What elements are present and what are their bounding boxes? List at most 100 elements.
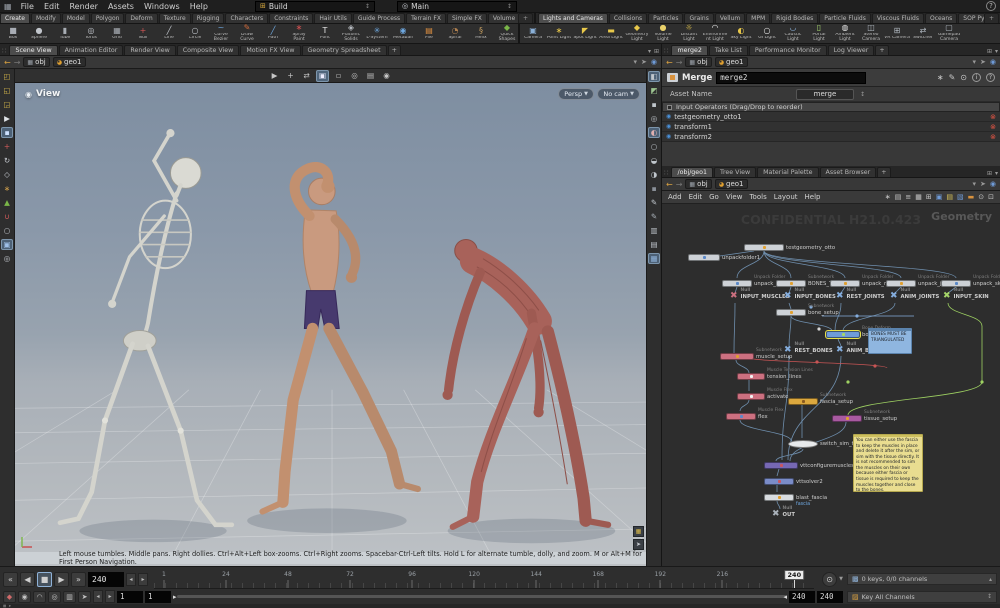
param-header-icon[interactable]: ✎: [949, 73, 956, 82]
path-dropdown-icon[interactable]: ▾: [973, 58, 977, 66]
pane-menu-icon[interactable]: ▾: [995, 48, 998, 55]
range-prev-icon[interactable]: ◂: [93, 590, 103, 604]
shelf-tool[interactable]: ▣ Camera: [520, 24, 546, 43]
breadcrumb-obj[interactable]: ▦ obj: [23, 57, 50, 67]
shelf-tool[interactable]: ✳ L-System: [364, 24, 390, 43]
shelf-tool[interactable]: ⇄ Switcher: [910, 24, 936, 43]
display-option-icon[interactable]: ✎: [648, 197, 660, 208]
pane-tab[interactable]: Asset Browser: [819, 167, 877, 177]
remove-input-icon[interactable]: ⊗: [990, 133, 996, 141]
pane-split-icon[interactable]: ⊞: [987, 170, 992, 177]
input-operator-row[interactable]: ◉ testgeometry_otto1 ⊗: [662, 112, 1000, 122]
no-cam-button[interactable]: No cam ▼: [597, 88, 640, 100]
toolbar-icon[interactable]: +: [1, 141, 13, 152]
network-menu-item[interactable]: Go: [709, 193, 719, 201]
node-muscle_setup[interactable]: muscle_setup Subnetwork: [720, 348, 792, 360]
shelf-tool[interactable]: ◔ Spiral: [442, 24, 468, 43]
pin-icon[interactable]: ➤: [980, 180, 986, 188]
display-option-icon[interactable]: ◑: [648, 169, 660, 180]
back-icon[interactable]: ←: [666, 58, 673, 67]
playbar-zoom-caret[interactable]: ▼: [839, 576, 843, 582]
node-name-field[interactable]: [716, 71, 867, 84]
remove-key-icon[interactable]: ◉: [18, 590, 31, 603]
linked-icon[interactable]: ◉: [651, 58, 657, 66]
shelf-tab[interactable]: Hair Utils: [314, 13, 352, 23]
breadcrumb-geo1[interactable]: ◕ geo1: [52, 57, 86, 67]
range-end-field[interactable]: 240: [817, 590, 843, 603]
shelf-tab[interactable]: SOP Pyro FX: [958, 13, 984, 23]
shelf-tab[interactable]: MPM: [746, 13, 771, 23]
node-tension_lines[interactable]: tension_lines Muscle Tension Lines: [737, 368, 813, 380]
shelf-tool[interactable]: ◆ Quick Shapes: [494, 24, 518, 43]
shelf-tool[interactable]: ∗ Point Light: [546, 24, 572, 43]
step-back-button[interactable]: ◂: [126, 572, 136, 586]
param-header-icon[interactable]: ?: [986, 73, 995, 82]
selection-tool-icon[interactable]: ⇄: [300, 70, 313, 82]
shelf-tab[interactable]: Oceans: [924, 13, 958, 23]
network-menu-item[interactable]: View: [726, 193, 743, 201]
pane-tab[interactable]: Take List: [708, 45, 748, 55]
param-header-icon[interactable]: ∗: [937, 73, 944, 82]
shelf-tool[interactable]: ▢ Gamepad Camera: [936, 24, 962, 43]
persp-button[interactable]: Persp ▼: [558, 88, 594, 100]
pane-add-tab[interactable]: +: [877, 167, 891, 177]
back-icon[interactable]: ←: [4, 58, 11, 67]
menu-item[interactable]: Render: [64, 2, 102, 11]
pane-grip-icon[interactable]: ∷: [664, 47, 668, 55]
breadcrumb-obj[interactable]: ▦ obj: [685, 179, 712, 189]
motion-path-icon[interactable]: ◠: [33, 590, 46, 603]
pane-tab[interactable]: Render View: [124, 45, 176, 55]
shelf-tab[interactable]: Create: [0, 13, 30, 23]
path-dropdown-icon[interactable]: ▾: [634, 58, 638, 66]
toolbar-icon[interactable]: ▪: [1, 127, 13, 138]
pane-split-icon[interactable]: ⊞: [654, 48, 659, 55]
network-toolbar-icon[interactable]: ▦: [915, 193, 922, 201]
node-INPUT_MUSCLES[interactable]: ✖ INPUT_MUSCLES Null: [730, 288, 789, 301]
node-bone_setup[interactable]: bone_setup Subnetwork: [776, 304, 839, 316]
shelf-tab[interactable]: Particles: [648, 13, 684, 23]
shelf-tool[interactable]: ◡ Caustic Light: [780, 24, 806, 43]
shelf-tab[interactable]: Volume: [487, 13, 518, 23]
layout-grid-icon[interactable]: ▦: [633, 526, 644, 537]
pin-icon[interactable]: ➤: [980, 58, 986, 66]
selection-tool-icon[interactable]: ▶: [268, 70, 281, 82]
pane-tab[interactable]: Scene View: [9, 45, 58, 55]
shelf-tool[interactable]: ◈ Platonic Solids: [338, 24, 364, 43]
display-option-icon[interactable]: ○: [648, 141, 660, 152]
shelf-tool[interactable]: ● Sphere: [26, 24, 52, 43]
breadcrumb-geo1[interactable]: ◕ geo1: [714, 179, 748, 189]
shelf-tool[interactable]: ⊞ VR Camera: [884, 24, 910, 43]
pane-tab[interactable]: Geometry Spreadsheet: [301, 45, 387, 55]
shelf-tool[interactable]: T Font: [312, 24, 338, 43]
node-ANIM_JOINTS[interactable]: ✖ ANIM_JOINTS Null: [890, 288, 939, 301]
pane-menu-icon[interactable]: ▾: [648, 48, 651, 55]
pane-tab[interactable]: Tree View: [714, 167, 757, 177]
toolbar-icon[interactable]: ▣: [1, 239, 13, 250]
node-ANIM_BONES[interactable]: ✖ ANIM_BONES Null: [836, 342, 885, 355]
shelf-tool[interactable]: ╱ Path: [260, 24, 286, 43]
node-INPUT_SKIN[interactable]: ✖ INPUT_SKIN Null: [943, 288, 989, 301]
toolbar-icon[interactable]: ∗: [1, 183, 13, 194]
shelf-tab[interactable]: Lights and Cameras: [538, 13, 608, 23]
shelf-tool[interactable]: ✎ Draw Curve: [234, 24, 260, 43]
selection-tool-icon[interactable]: ◉: [380, 70, 393, 82]
selection-tool-icon[interactable]: ▤: [364, 70, 377, 82]
network-toolbar-icon[interactable]: ∗: [885, 193, 891, 201]
frame-ruler[interactable]: 1 24 48 72 96 120 144 168 192 216 240: [154, 569, 815, 589]
menu-item[interactable]: File: [16, 2, 39, 11]
node-vttconfiguremusclesandtissue1[interactable]: vttconfiguremusclesandtissue1: [764, 462, 883, 469]
playbar-options-icon[interactable]: ➤: [78, 590, 91, 603]
menu-item[interactable]: Windows: [139, 2, 185, 11]
param-header-icon[interactable]: ⊙: [960, 73, 967, 82]
pane-tab[interactable]: merge2: [671, 45, 708, 55]
set-key-icon[interactable]: ◆: [3, 590, 16, 603]
current-frame-field[interactable]: 240: [88, 571, 124, 587]
network-toolbar-icon[interactable]: ▤: [946, 193, 953, 201]
toolbar-icon[interactable]: ◱: [1, 85, 13, 96]
toolbar-icon[interactable]: ↻: [1, 155, 13, 166]
toolbar-icon[interactable]: ▲: [1, 197, 13, 208]
pane-add-tab[interactable]: +: [387, 45, 401, 55]
shelf-tab[interactable]: Characters: [225, 13, 269, 23]
shelf-tab[interactable]: Viscous Fluids: [871, 13, 924, 23]
toolbar-icon[interactable]: ∪: [1, 211, 13, 222]
